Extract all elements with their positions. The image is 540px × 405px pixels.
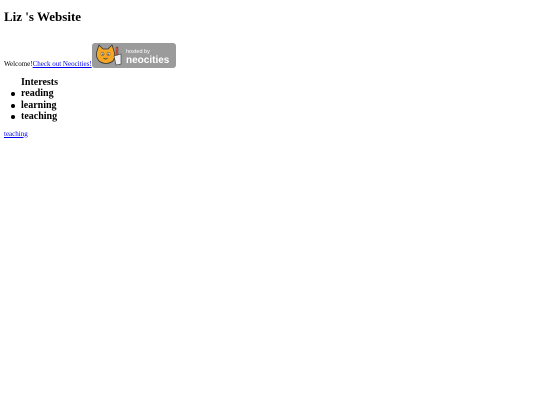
neocities-badge[interactable]: hosted by neocities (91, 43, 176, 68)
interests-list: reading learning teaching (4, 88, 536, 123)
bullet-icon (11, 103, 15, 108)
svg-text:neocities: neocities (126, 55, 170, 66)
welcome-row: Welcome! Check out Neocities! hosted by … (4, 43, 536, 68)
page: Liz 's Website Welcome! Check out Neocit… (0, 0, 540, 141)
list-item: learning (4, 100, 536, 112)
list-item: teaching (4, 111, 536, 123)
page-title: Liz 's Website (4, 9, 82, 24)
bullet-icon (11, 92, 15, 96)
interests-section: Interests reading learning teaching (4, 77, 536, 123)
teaching-link[interactable]: teaching (4, 130, 28, 138)
interests-heading: Interests (21, 77, 59, 88)
list-item-label: teaching (21, 111, 58, 122)
list-item-label: reading (21, 88, 54, 99)
neocities-cat-logo-icon: hosted by neocities (91, 43, 176, 68)
list-item-label: learning (21, 99, 57, 111)
welcome-text: Welcome! (4, 60, 33, 68)
neocities-link[interactable]: Check out Neocities! (33, 60, 92, 68)
list-item: reading (4, 88, 536, 100)
bullet-icon (11, 115, 15, 119)
